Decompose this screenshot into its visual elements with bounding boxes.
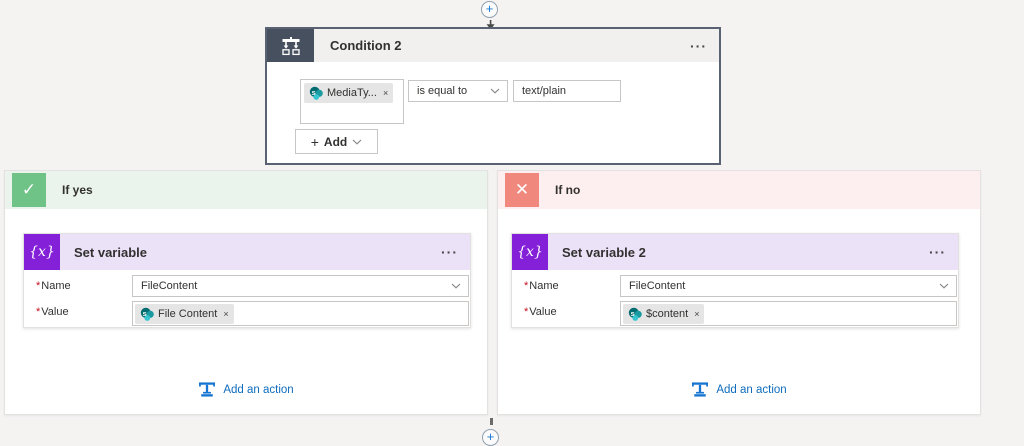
add-an-action-link[interactable]: Add an action bbox=[498, 382, 980, 397]
remove-token-icon[interactable]: × bbox=[223, 309, 228, 319]
value-field-label: *Value bbox=[36, 306, 69, 318]
add-condition-button[interactable]: + Add bbox=[295, 129, 378, 154]
variable-name-value: FileContent bbox=[133, 280, 197, 292]
condition-menu-button[interactable]: ··· bbox=[690, 38, 707, 54]
add-an-action-label: Add an action bbox=[716, 384, 786, 396]
condition-card-header[interactable]: Condition 2 ··· bbox=[267, 29, 719, 62]
name-field-label: *Name bbox=[524, 280, 559, 292]
insert-step-below-button[interactable]: + bbox=[482, 429, 499, 446]
required-marker: * bbox=[36, 306, 40, 318]
value-token-chip[interactable]: s File Content × bbox=[135, 304, 234, 324]
sharepoint-icon: s bbox=[309, 86, 323, 100]
condition-card: Condition 2 ··· s MediaTy... × is equal … bbox=[265, 27, 721, 165]
variable-value-field[interactable]: s $content × bbox=[620, 301, 957, 326]
insert-step-above-button[interactable]: + bbox=[481, 1, 498, 18]
add-action-icon bbox=[691, 382, 709, 397]
add-action-icon bbox=[198, 382, 216, 397]
value-token-label: File Content bbox=[158, 308, 217, 320]
condition-title: Condition 2 bbox=[330, 38, 402, 53]
svg-text:s: s bbox=[312, 88, 316, 97]
variable-name-value: FileContent bbox=[621, 280, 685, 292]
set-variable-menu-button[interactable]: ··· bbox=[441, 244, 458, 260]
required-marker: * bbox=[36, 280, 40, 292]
value-token-chip[interactable]: s $content × bbox=[623, 304, 704, 324]
condition-body: s MediaTy... × is equal to + Add bbox=[267, 62, 719, 165]
set-variable-2-card: {x} Set variable 2 ··· *Name FileContent… bbox=[511, 233, 959, 328]
add-button-label: Add bbox=[324, 135, 347, 149]
set-variable-title: Set variable bbox=[74, 245, 147, 260]
flow-connector-line bbox=[490, 418, 493, 425]
operand-token-label: MediaTy... bbox=[327, 87, 377, 99]
chevron-down-icon bbox=[939, 283, 949, 289]
plus-icon: + bbox=[311, 134, 319, 150]
variable-icon: {x} bbox=[512, 234, 548, 270]
svg-text:s: s bbox=[631, 309, 635, 318]
if-yes-label: If yes bbox=[62, 183, 93, 197]
if-yes-header[interactable]: ✓ If yes bbox=[5, 171, 487, 209]
variable-name-dropdown[interactable]: FileContent bbox=[132, 275, 469, 297]
add-an-action-label: Add an action bbox=[223, 384, 293, 396]
chevron-down-icon bbox=[352, 139, 362, 145]
operator-dropdown[interactable]: is equal to bbox=[408, 80, 508, 102]
if-no-header[interactable]: ✕ If no bbox=[498, 171, 980, 209]
value-field-label: *Value bbox=[524, 306, 557, 318]
svg-text:s: s bbox=[143, 309, 147, 318]
variable-name-dropdown[interactable]: FileContent bbox=[620, 275, 957, 297]
if-no-label: If no bbox=[555, 183, 580, 197]
condition-value-input[interactable] bbox=[513, 80, 621, 102]
sharepoint-icon: s bbox=[628, 307, 642, 321]
condition-icon bbox=[267, 29, 314, 62]
cross-icon: ✕ bbox=[505, 173, 539, 207]
condition-operand-field[interactable]: s MediaTy... × bbox=[300, 79, 404, 124]
set-variable-2-title: Set variable 2 bbox=[562, 245, 646, 260]
set-variable-card-header[interactable]: {x} Set variable ··· bbox=[24, 234, 470, 270]
if-yes-branch: ✓ If yes {x} Set variable ··· *Name File… bbox=[4, 170, 488, 415]
set-variable-2-card-header[interactable]: {x} Set variable 2 ··· bbox=[512, 234, 958, 270]
required-marker: * bbox=[524, 306, 528, 318]
variable-icon: {x} bbox=[24, 234, 60, 270]
value-token-label: $content bbox=[646, 308, 688, 320]
remove-token-icon[interactable]: × bbox=[383, 88, 388, 98]
if-no-branch: ✕ If no {x} Set variable 2 ··· *Name Fil… bbox=[497, 170, 981, 415]
remove-token-icon[interactable]: × bbox=[694, 309, 699, 319]
set-variable-card: {x} Set variable ··· *Name FileContent *… bbox=[23, 233, 471, 328]
set-variable-2-menu-button[interactable]: ··· bbox=[929, 244, 946, 260]
chevron-down-icon bbox=[490, 88, 500, 94]
variable-value-field[interactable]: s File Content × bbox=[132, 301, 469, 326]
operand-token-chip[interactable]: s MediaTy... × bbox=[304, 83, 393, 103]
sharepoint-icon: s bbox=[140, 307, 154, 321]
required-marker: * bbox=[524, 280, 528, 292]
name-field-label: *Name bbox=[36, 280, 71, 292]
chevron-down-icon bbox=[451, 283, 461, 289]
check-icon: ✓ bbox=[12, 173, 46, 207]
operator-value: is equal to bbox=[409, 85, 467, 97]
add-an-action-link[interactable]: Add an action bbox=[5, 382, 487, 397]
